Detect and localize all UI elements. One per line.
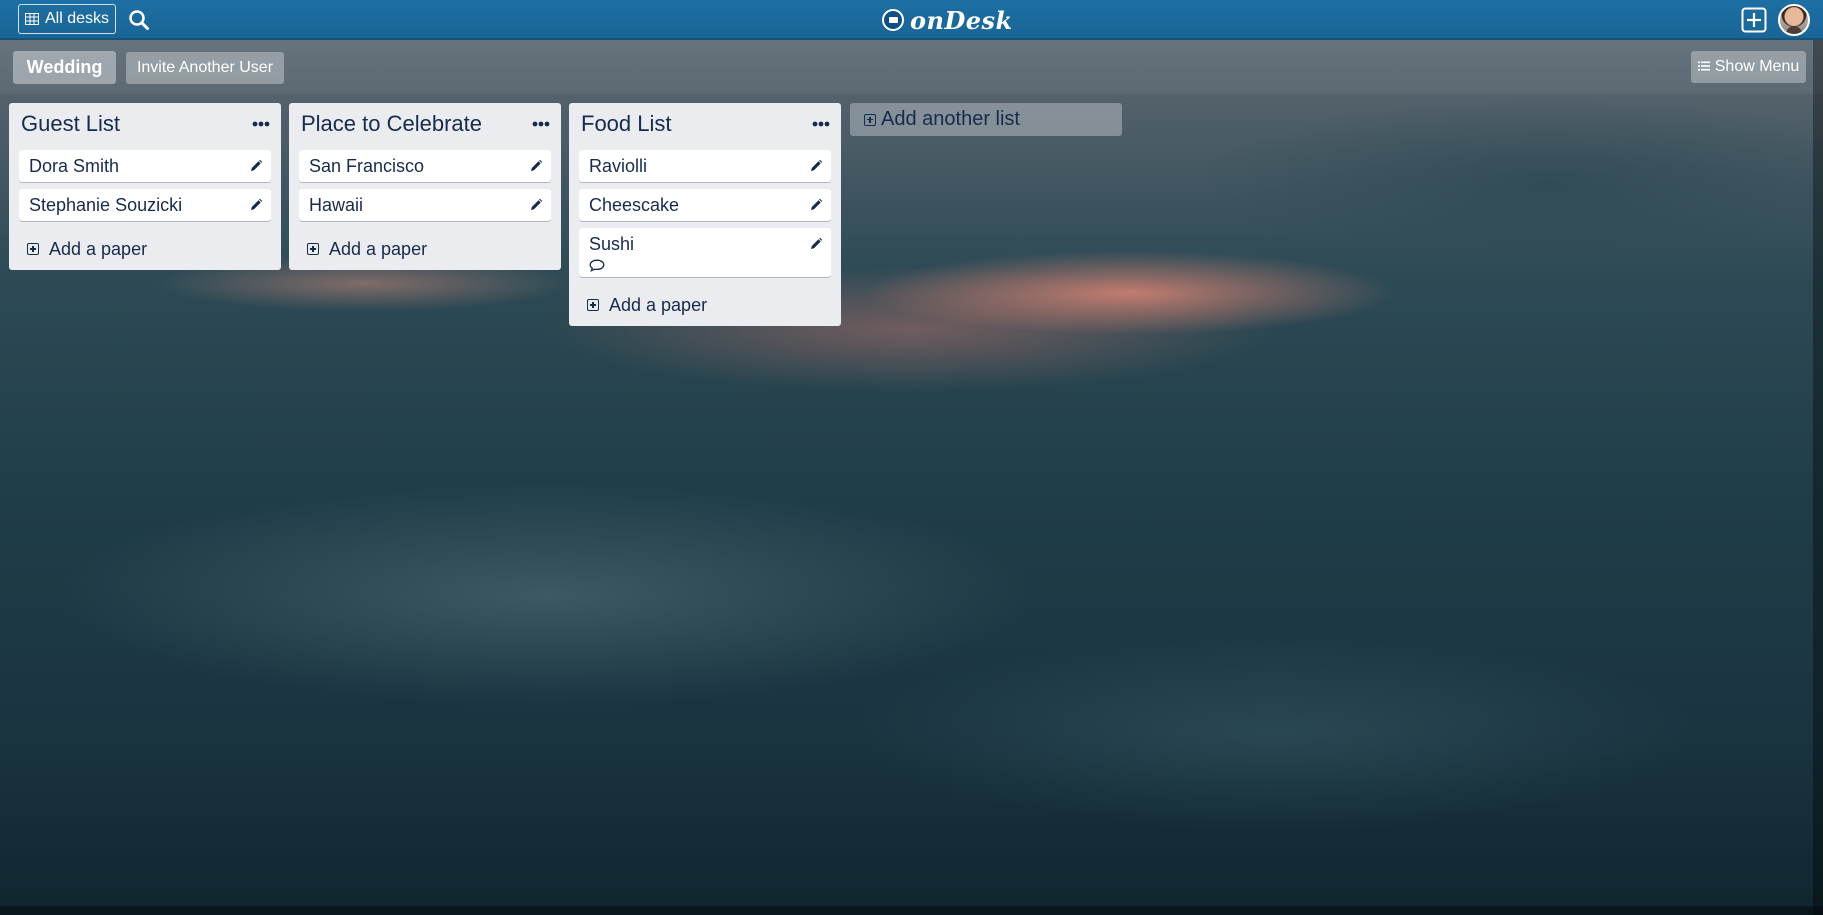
- card-title: Cheescake: [589, 195, 680, 215]
- pencil-icon[interactable]: [249, 159, 263, 173]
- board-header: Wedding Invite Another User Show Menu: [0, 40, 1823, 94]
- more-horizontal-icon[interactable]: [531, 114, 551, 134]
- add-list-label: Add another list: [881, 108, 1020, 130]
- plus-square-icon: [587, 299, 599, 311]
- plus-square-icon[interactable]: [1741, 7, 1767, 33]
- list-title[interactable]: Food List: [581, 111, 672, 137]
- search-icon[interactable]: [128, 9, 150, 31]
- comment-icon: [589, 259, 605, 272]
- pencil-icon[interactable]: [809, 237, 823, 251]
- card[interactable]: Cheescake: [579, 189, 831, 221]
- brand-name: onDesk: [910, 5, 1013, 35]
- list-place-to-celebrate: Place to Celebrate San Francisco Hawaii …: [289, 103, 561, 270]
- card[interactable]: Raviolli: [579, 150, 831, 182]
- pencil-icon[interactable]: [809, 159, 823, 173]
- card-title: Dora Smith: [29, 156, 120, 176]
- list-food-list: Food List Raviolli Cheescake Sushi Add a…: [569, 103, 841, 326]
- add-list-button[interactable]: Add another list: [850, 103, 1122, 136]
- add-paper-label: Add a paper: [609, 294, 708, 315]
- all-desks-button[interactable]: All desks: [18, 4, 117, 34]
- add-paper-button[interactable]: Add a paper: [27, 238, 271, 260]
- list-header: Place to Celebrate: [289, 103, 561, 143]
- pencil-icon[interactable]: [529, 159, 543, 173]
- pencil-icon[interactable]: [529, 198, 543, 212]
- card[interactable]: Hawaii: [299, 189, 551, 221]
- more-horizontal-icon[interactable]: [811, 114, 831, 134]
- card-title: San Francisco: [309, 156, 425, 176]
- plus-square-icon: [27, 243, 39, 255]
- list-header: Guest List: [9, 103, 281, 143]
- show-menu-label: Show Menu: [1714, 58, 1800, 75]
- vertical-scrollbar[interactable]: [1813, 40, 1823, 915]
- card[interactable]: Dora Smith: [19, 150, 271, 182]
- card-title: Sushi: [589, 234, 635, 254]
- list-title[interactable]: Place to Celebrate: [301, 111, 482, 137]
- list-icon: [1697, 58, 1710, 76]
- plus-square-icon: [307, 243, 319, 255]
- add-paper-label: Add a paper: [329, 238, 428, 259]
- card-title: Stephanie Souzicki: [29, 195, 183, 215]
- show-menu-button[interactable]: Show Menu: [1691, 51, 1806, 83]
- grid-icon: [25, 13, 39, 25]
- add-paper-button[interactable]: Add a paper: [587, 294, 831, 316]
- card[interactable]: Stephanie Souzicki: [19, 189, 271, 221]
- list-header: Food List: [569, 103, 841, 143]
- invite-user-button[interactable]: Invite Another User: [126, 52, 284, 84]
- list-title[interactable]: Guest List: [21, 111, 120, 137]
- card[interactable]: San Francisco: [299, 150, 551, 182]
- top-bar: All desks onDesk: [0, 0, 1823, 40]
- more-horizontal-icon[interactable]: [251, 114, 271, 134]
- add-paper-button[interactable]: Add a paper: [307, 238, 551, 260]
- avatar[interactable]: [1778, 4, 1810, 36]
- all-desks-label: All desks: [45, 10, 110, 27]
- card-title: Raviolli: [589, 156, 648, 176]
- board-name-button[interactable]: Wedding: [13, 51, 116, 84]
- horizontal-scrollbar[interactable]: [0, 906, 1823, 915]
- add-paper-label: Add a paper: [49, 238, 148, 259]
- list-guest-list: Guest List Dora Smith Stephanie Souzicki…: [9, 103, 281, 270]
- plus-square-icon: [864, 113, 876, 126]
- card-title: Hawaii: [309, 195, 364, 215]
- pencil-icon[interactable]: [809, 198, 823, 212]
- pencil-icon[interactable]: [249, 198, 263, 212]
- card[interactable]: Sushi: [579, 228, 831, 277]
- brand[interactable]: onDesk: [882, 5, 1013, 35]
- ondesk-logo-icon: [882, 9, 904, 31]
